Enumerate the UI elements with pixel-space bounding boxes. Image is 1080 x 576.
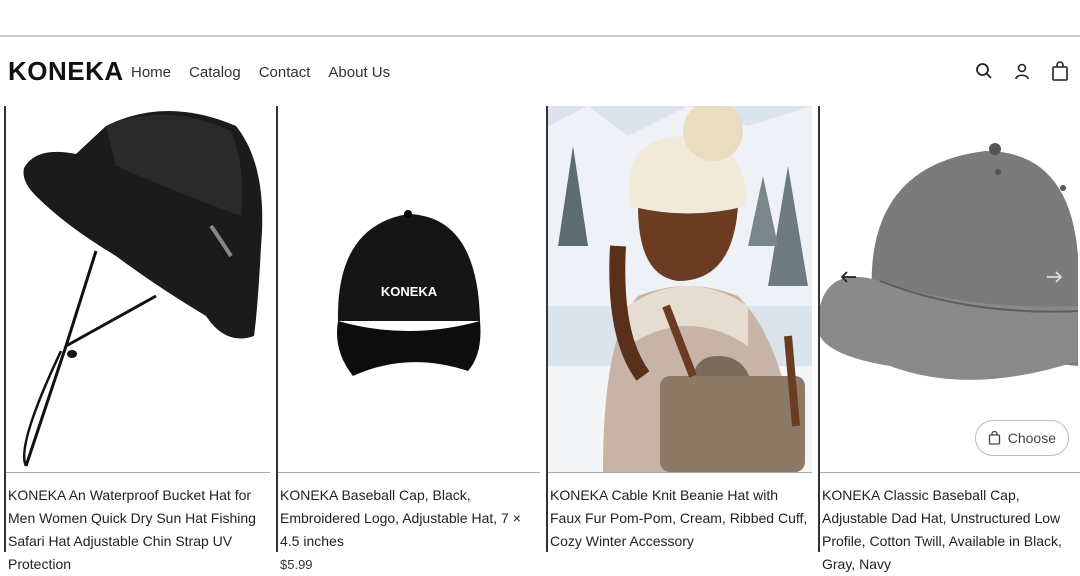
nav-about-us[interactable]: About Us [328,64,390,81]
product-title[interactable]: KONEKA Cable Knit Beanie Hat with Faux F… [550,484,812,553]
nav-home[interactable]: Home [131,64,171,81]
product-title[interactable]: KONEKA An Waterproof Bucket Hat for Men … [8,484,270,576]
main-nav: Home Catalog Contact About Us [131,64,408,81]
cart-icon[interactable] [1050,61,1070,81]
product-grid: KONEKA An Waterproof Bucket Hat for Men … [0,106,1080,572]
brand-logo[interactable]: KONEKA [8,56,124,87]
product-image[interactable] [548,106,812,473]
choose-button[interactable]: Choose [974,420,1069,456]
product-card[interactable]: Choose KONEKA Classic Baseball Cap, Adju… [818,106,1080,572]
header-icons [974,61,1070,81]
cap-logo-text: KONEKA [381,284,438,299]
search-icon[interactable] [974,61,994,81]
nav-catalog[interactable]: Catalog [189,64,241,81]
browser-top-strip [0,0,1080,37]
choose-label: Choose [1007,430,1056,446]
product-card[interactable]: KONEKA KONEKA Baseball Cap, Black, Embro… [276,106,542,572]
product-image[interactable]: Choose [820,106,1080,473]
arrow-left-icon[interactable] [838,266,860,288]
bag-plus-icon [988,431,1000,445]
account-icon[interactable] [1012,61,1032,81]
product-title-text[interactable]: KONEKA Baseball Cap, Black, Embroidered … [280,487,521,549]
product-image[interactable]: KONEKA [278,106,540,473]
product-image[interactable] [6,106,270,473]
product-title[interactable]: KONEKA Classic Baseball Cap, Adjustable … [822,484,1080,576]
product-card[interactable]: KONEKA An Waterproof Bucket Hat for Men … [4,106,272,572]
site-header: KONEKA Home Catalog Contact About Us [0,37,1080,105]
arrow-right-icon[interactable] [1043,266,1065,288]
product-price: $5.99 [280,557,313,572]
nav-contact[interactable]: Contact [259,64,311,81]
product-title: KONEKA Baseball Cap, Black, Embroidered … [280,484,540,576]
product-card[interactable]: KONEKA Cable Knit Beanie Hat with Faux F… [546,106,814,552]
